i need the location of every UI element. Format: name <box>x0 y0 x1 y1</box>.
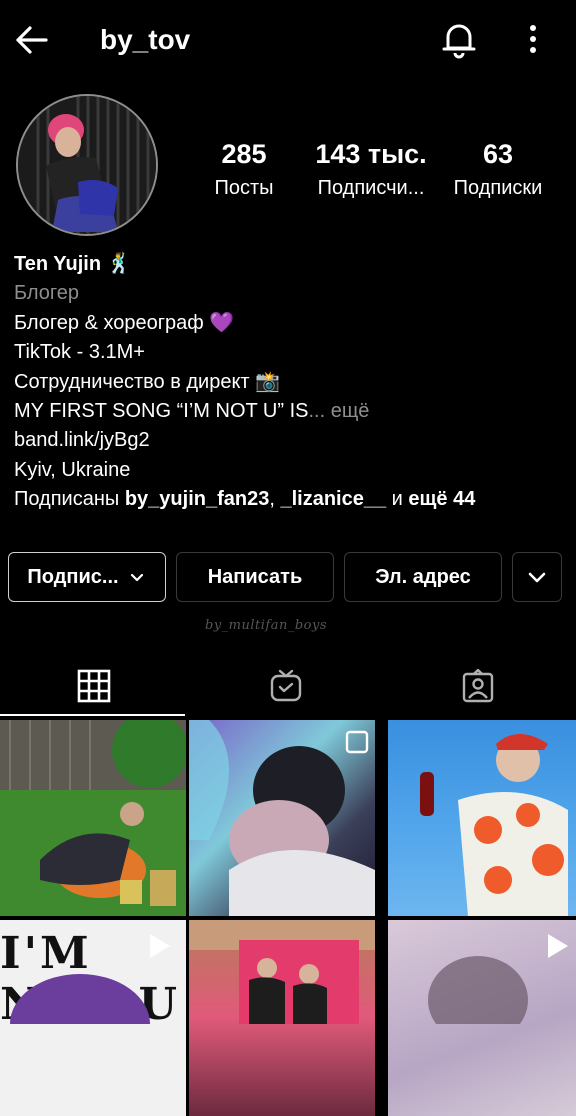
post-thumbnail[interactable] <box>0 720 186 916</box>
tab-posts-grid[interactable] <box>0 655 188 717</box>
post-thumbnail[interactable]: I'M NOT U <box>0 920 186 1116</box>
profile-photo <box>18 96 156 234</box>
tab-tagged[interactable] <box>384 655 572 717</box>
bio-location: Kyiv, Ukraine <box>14 458 131 481</box>
profile-username: by_tov <box>100 24 191 55</box>
followers-count-value: 143 тыс. <box>315 139 427 169</box>
avatar[interactable] <box>16 94 158 236</box>
profile-bio: Ten Yujin 🕺 Блогер Блогер & хореограф 💜 … <box>14 250 564 515</box>
bell-icon <box>442 24 476 59</box>
display-name: Ten Yujin 🕺 <box>14 253 132 275</box>
post-image <box>420 734 568 916</box>
chevron-down-icon <box>528 572 546 583</box>
arrow-left-icon <box>16 26 48 54</box>
bio-more-link[interactable]: ... ещё <box>308 400 369 422</box>
followed-by-prefix: Подписаны <box>14 488 125 511</box>
back-button[interactable] <box>12 20 52 60</box>
profile-category: Блогер <box>14 282 80 305</box>
bio-line: Сотрудничество в директ 📸 <box>14 370 281 393</box>
grid-icon <box>77 669 111 703</box>
post-thumbnail[interactable] <box>388 920 576 1116</box>
message-button-label: Написать <box>207 565 303 588</box>
email-button[interactable]: Эл. адрес <box>344 552 502 602</box>
posts-grid: I'M NOT U <box>0 720 576 1116</box>
followed-by-user[interactable]: _lizanice__ <box>280 488 386 510</box>
followed-by-separator: , <box>269 488 281 511</box>
bio-line-text: MY FIRST SONG “I’M NOT U” IS <box>14 400 309 423</box>
followed-by-and: и <box>386 488 409 511</box>
bio-line: Блогер & хореограф 💜 <box>14 311 235 334</box>
following-button-label: Подпис... <box>27 565 119 588</box>
tv-icon <box>270 669 302 702</box>
email-button-label: Эл. адрес <box>375 565 471 588</box>
chevron-down-icon <box>130 573 143 582</box>
more-options-button[interactable] <box>516 20 550 60</box>
post-image <box>189 920 375 1024</box>
following-button[interactable]: Подпис... <box>8 552 166 602</box>
posts-count-label: Посты <box>214 177 274 199</box>
posts-count-value: 285 <box>221 139 267 169</box>
followed-by-more[interactable]: ещё 44 <box>408 488 475 510</box>
message-button[interactable]: Написать <box>176 552 334 602</box>
notifications-button[interactable] <box>438 18 480 60</box>
bio-line-truncated: MY FIRST SONG “I’M NOT U” IS... ещё <box>14 397 564 426</box>
profile-tabs <box>0 655 576 717</box>
bio-line: TikTok - 3.1M+ <box>14 341 145 364</box>
dots-vertical-icon <box>530 25 536 53</box>
following-count-label: Подписки <box>453 177 543 199</box>
post-image <box>10 934 170 1024</box>
post-image <box>0 720 186 916</box>
person-tag-icon <box>462 669 494 703</box>
watermark: by_multifan_boys <box>205 618 328 633</box>
followed-by[interactable]: Подписаны by_yujin_fan23, _lizanice__ и … <box>14 485 564 514</box>
following-count[interactable]: 63 Подписки <box>444 138 552 202</box>
tab-igtv[interactable] <box>192 655 380 717</box>
following-count-value: 63 <box>482 139 514 169</box>
followed-by-user[interactable]: by_yujin_fan23 <box>125 488 270 510</box>
post-thumbnail[interactable] <box>189 920 375 1116</box>
post-thumbnail[interactable] <box>189 720 375 916</box>
followers-count-label: Подписчи... <box>317 177 425 199</box>
active-tab-indicator <box>0 714 185 716</box>
top-bar: by_tov <box>0 0 576 80</box>
post-image <box>189 720 375 916</box>
post-thumbnail[interactable] <box>388 720 576 916</box>
followers-count[interactable]: 143 тыс. Подписчи... <box>308 138 434 202</box>
suggested-accounts-button[interactable] <box>512 552 562 602</box>
bio-link[interactable]: band.link/jyBg2 <box>14 426 564 455</box>
post-image <box>428 934 568 1044</box>
posts-count[interactable]: 285 Посты <box>205 138 283 202</box>
